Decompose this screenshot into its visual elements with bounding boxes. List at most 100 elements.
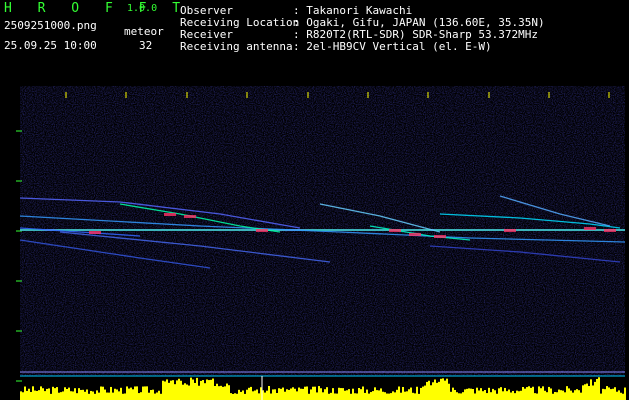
- spectrum-bar: [588, 386, 590, 400]
- spectrum-bar: [566, 386, 568, 400]
- spectrum-bar: [24, 386, 26, 400]
- spectrum-bar: [346, 390, 348, 400]
- spectrum-bar: [300, 388, 302, 400]
- spectrum-bar: [302, 388, 304, 400]
- spectrum-bar: [374, 387, 376, 400]
- spectrum-bar: [32, 386, 34, 400]
- spectrum-bar: [228, 385, 230, 400]
- spectrum-bar: [510, 392, 512, 400]
- spectrum-bar: [590, 379, 592, 400]
- spectrum-bar: [44, 391, 46, 400]
- spectrum-bar: [610, 389, 612, 400]
- spectrum-bar: [194, 382, 196, 400]
- spectrum-bar: [96, 390, 98, 400]
- spectrum-bar: [236, 393, 238, 400]
- spectrum-bar: [242, 390, 244, 400]
- spectrum-bar: [166, 379, 168, 400]
- spectrum-bar: [56, 387, 58, 400]
- spectrum-bar: [584, 384, 586, 400]
- spectrum-bar: [494, 390, 496, 400]
- echo-hotspot: [184, 215, 196, 218]
- spectrum-bar: [468, 388, 470, 400]
- spectrum-bar: [234, 393, 236, 400]
- app-version: 1.0.0: [127, 3, 158, 14]
- spectrum-bar: [370, 392, 372, 400]
- spectrum-bar: [326, 387, 328, 400]
- spectrum-bar: [330, 392, 332, 400]
- spectrum-bar: [526, 387, 528, 400]
- spectrum-bar: [34, 390, 36, 400]
- spectrum-bar: [538, 386, 540, 400]
- spectrum-bar: [372, 391, 374, 400]
- spectrum-bar: [142, 386, 144, 400]
- spectrum-bar: [570, 390, 572, 400]
- spectrum-bar: [60, 392, 62, 400]
- spectrum-bar: [332, 388, 334, 400]
- echo-hotspot: [409, 233, 421, 236]
- spectrum-bar: [486, 393, 488, 400]
- spectrum-bar: [36, 390, 38, 400]
- spectrum-bar: [490, 392, 492, 400]
- spectrum-bar: [310, 389, 312, 400]
- spectrum-bar: [66, 389, 68, 400]
- spectrum-bar: [120, 387, 122, 400]
- spectrum-bar: [294, 388, 296, 400]
- spectrum-bar: [360, 389, 362, 400]
- spectrum-bar: [100, 386, 102, 400]
- spectrum-bar: [466, 388, 468, 400]
- spectrum-bar: [622, 393, 624, 400]
- spectrum-bar: [318, 386, 320, 400]
- spectrum-bar: [500, 387, 502, 400]
- spectrum-bar: [436, 382, 438, 400]
- spectrum-bar: [174, 384, 176, 400]
- spectrum-bar: [76, 393, 78, 400]
- spectrum-bar: [248, 387, 250, 400]
- spectrum-bar: [70, 391, 72, 400]
- spectrum-bar: [484, 390, 486, 400]
- spectrum-bar: [410, 387, 412, 400]
- spectrum-bar: [540, 388, 542, 400]
- echo-hotspot: [256, 229, 268, 232]
- spectrum-bar: [130, 387, 132, 400]
- spectrum-bar: [612, 388, 614, 400]
- spectrum-bar: [54, 388, 56, 400]
- spectrum-bar: [78, 388, 80, 400]
- spectrum-bar: [350, 393, 352, 400]
- spectrum-bar: [424, 385, 426, 400]
- spectrum-bar: [286, 389, 288, 400]
- spectrum-bar: [268, 386, 270, 400]
- spectrum-bar: [394, 392, 396, 400]
- spectrum-bar: [492, 388, 494, 400]
- spectrum-bar: [178, 378, 180, 400]
- spectrum-bar: [400, 392, 402, 400]
- spectrum-bar: [144, 386, 146, 400]
- spectrum-bar: [106, 392, 108, 400]
- spectrum-bar: [418, 393, 420, 400]
- spectrum-bar: [280, 388, 282, 400]
- spectrum-bar: [200, 380, 202, 400]
- spectrum-bar: [488, 387, 490, 400]
- spectrum-bar: [354, 393, 356, 400]
- spectrum-bar: [596, 378, 598, 400]
- spectrum-bar: [230, 393, 232, 400]
- spectrum-bar: [342, 388, 344, 400]
- spectrum-bar: [480, 388, 482, 400]
- spectrum-bar: [172, 380, 174, 400]
- spectrum-bar: [140, 392, 142, 400]
- spectrum-bar: [434, 379, 436, 400]
- spectrum-bar: [258, 393, 260, 400]
- spectrum-bar: [218, 386, 220, 400]
- spectrum-bar: [398, 386, 400, 400]
- spectrum-bar: [214, 386, 216, 400]
- spectrum-bar: [74, 388, 76, 400]
- spectrum-bar: [592, 385, 594, 400]
- antenna-label: Receiving antenna: [180, 40, 293, 53]
- spectrum-bar: [514, 393, 516, 400]
- spectrum-bar: [288, 389, 290, 400]
- spectrum-bar: [408, 389, 410, 400]
- spectrum-bar: [460, 393, 462, 400]
- spectrum-bar: [276, 392, 278, 400]
- spectrum-bar: [576, 389, 578, 400]
- spectrum-bar: [428, 380, 430, 400]
- spectrum-bar: [274, 389, 276, 400]
